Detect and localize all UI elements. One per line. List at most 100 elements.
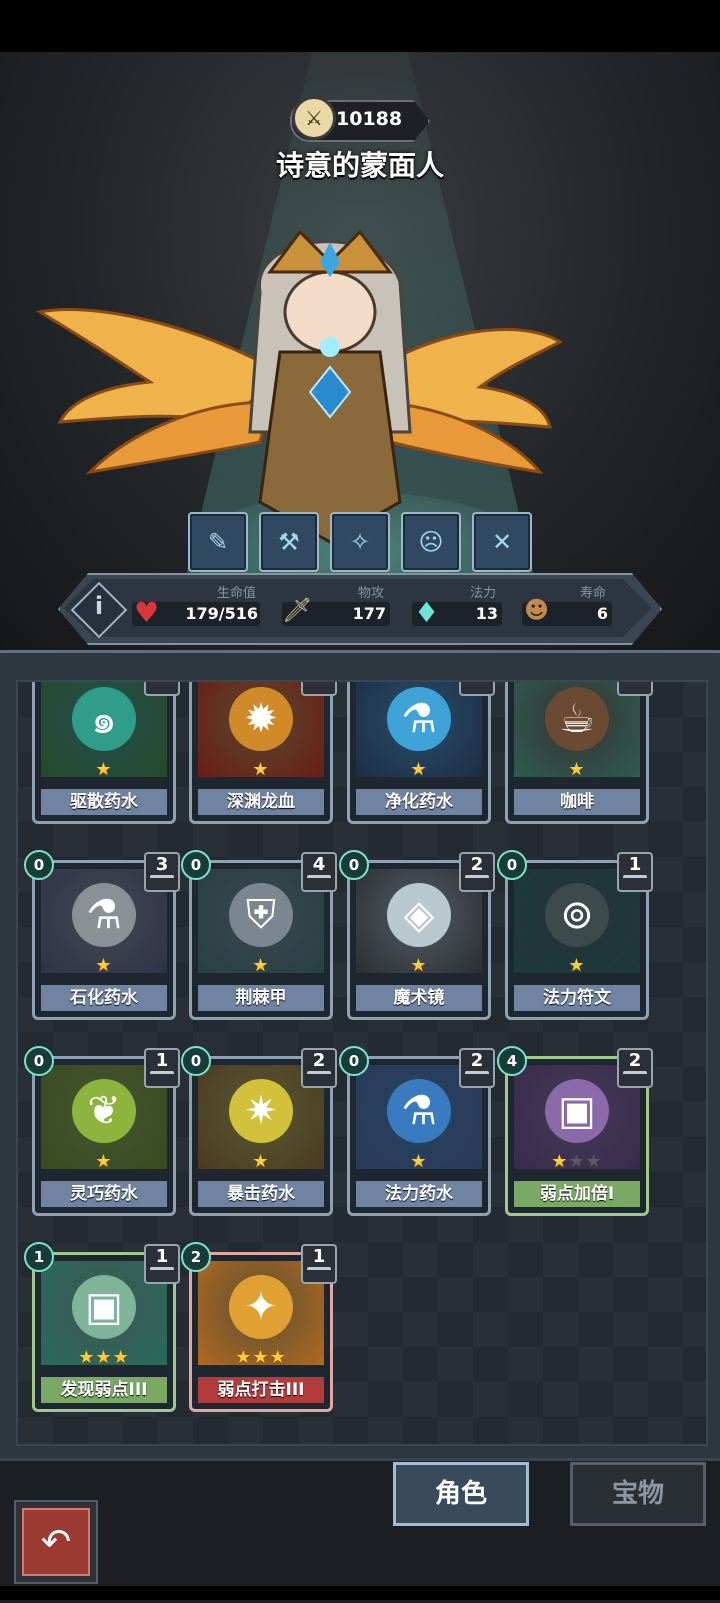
star-icon: ★: [95, 759, 113, 780]
mana-cost-badge: 0: [24, 850, 54, 880]
card-count: 4: [312, 854, 326, 875]
card[interactable]: ◈ ★ 魔术镜 2 0: [339, 850, 495, 1020]
tab-treasure[interactable]: 宝物: [570, 1462, 706, 1526]
star-icon: ★: [585, 1151, 603, 1172]
card[interactable]: ⚗ ★ 净化药水 1: [347, 682, 495, 824]
hp-value: 179/516: [185, 604, 258, 623]
stack-icon: [150, 682, 174, 692]
card-count-badge: 1: [459, 682, 495, 696]
star-icon: ★: [551, 1151, 569, 1172]
swirl-potion-icon: ๑: [72, 687, 136, 751]
attack-value: 177: [352, 604, 386, 623]
card-name: 法力符文: [514, 985, 640, 1011]
card-count-badge: 1: [144, 1048, 180, 1088]
star-rating: ★★★: [35, 1347, 173, 1368]
card-frame: ☕ ★ 咖啡: [505, 682, 649, 824]
card-count: 1: [312, 1246, 326, 1267]
dragon-blood-icon: ✹: [229, 687, 293, 751]
crossed-arrows-icon[interactable]: ✕: [472, 512, 532, 572]
star-icon: ★: [410, 759, 428, 780]
mana-cost-badge: 0: [339, 1046, 369, 1076]
card-count: 1: [155, 1246, 169, 1267]
life-stat: ☻ 寿命 6: [522, 582, 614, 630]
card-name: 石化药水: [41, 985, 167, 1011]
skewer-icon[interactable]: ✎: [188, 512, 248, 572]
mana-potion-icon: ⚗: [387, 1079, 451, 1143]
stack-icon: [623, 875, 647, 888]
star-rating: ★: [350, 1151, 488, 1172]
star-icon: ★: [252, 759, 270, 780]
star-icon: ★: [95, 1347, 113, 1368]
star-icon: ★: [568, 1151, 586, 1172]
card-name: 净化药水: [356, 789, 482, 815]
card[interactable]: ▣ ★★★ 发现弱点III 1 1: [24, 1242, 180, 1412]
card-name: 魔术镜: [356, 985, 482, 1011]
life-value: 6: [596, 604, 608, 623]
card[interactable]: ▣ ★★★ 弱点加倍I 2 4: [497, 1046, 653, 1216]
mana-cost-badge: 0: [181, 850, 211, 880]
demon-mask-icon[interactable]: ☹: [401, 512, 461, 572]
card[interactable]: ⛨ ★ 荆棘甲 4 0: [181, 850, 337, 1020]
mana-value: 13: [475, 604, 498, 623]
card-count: 2: [312, 1050, 326, 1071]
card-name: 荆棘甲: [198, 985, 324, 1011]
star-rating: ★: [350, 955, 488, 976]
card-count-badge: 3: [144, 852, 180, 892]
card[interactable]: ✷ ★ 暴击药水 2 0: [181, 1046, 337, 1216]
stack-icon: [465, 1071, 489, 1084]
heart-glow: [320, 337, 340, 357]
card[interactable]: ✹ ★ 深渊龙血 10: [189, 682, 337, 824]
wrench-icon[interactable]: ⚒: [259, 512, 319, 572]
stack-icon: [465, 682, 489, 692]
card[interactable]: ☕ ★ 咖啡 2: [505, 682, 653, 824]
card-count: 1: [155, 1050, 169, 1071]
card-frame: ⚗ ★ 净化药水: [347, 682, 491, 824]
left-wing: [35, 308, 283, 475]
star-icon: ★: [95, 1151, 113, 1172]
stack-icon: [307, 1071, 331, 1084]
card[interactable]: ⊚ ★ 法力符文 1 0: [497, 850, 653, 1020]
mana-cost-badge: 0: [24, 1046, 54, 1076]
star-rating: ★: [35, 955, 173, 976]
sword-icon: ⚔: [292, 96, 336, 140]
card[interactable]: ✦ ★★★ 弱点打击III 1 2: [181, 1242, 337, 1412]
card[interactable]: ๑ ★ 驱散药水 1: [32, 682, 180, 824]
magic-mirror-icon: ◈: [387, 883, 451, 947]
card-name: 咖啡: [514, 789, 640, 815]
card-name: 深渊龙血: [198, 789, 324, 815]
card[interactable]: ❦ ★ 灵巧药水 1 0: [24, 1046, 180, 1216]
card[interactable]: ⚗ ★ 石化药水 3 0: [24, 850, 180, 1020]
card-count-badge: 4: [301, 852, 337, 892]
mana-cost-badge: 0: [497, 850, 527, 880]
card-name: 弱点打击III: [198, 1377, 324, 1403]
card-grid[interactable]: ๑★驱散药水1✹★深渊龙血10⚗★净化药水1☕★咖啡2⚗★石化药水30⛨★荆棘甲…: [16, 680, 708, 1446]
hp-label: 生命值: [216, 586, 256, 601]
card-name: 法力药水: [356, 1181, 482, 1207]
stone-potion-icon: ⚗: [72, 883, 136, 947]
card-count-badge: 2: [301, 1048, 337, 1088]
coffee-cup-icon: ☕: [545, 687, 609, 751]
back-icon[interactable]: ↶: [22, 1508, 90, 1576]
tab-character[interactable]: 角色: [393, 1462, 529, 1526]
stack-icon: [623, 682, 647, 692]
card-name: 暴击药水: [198, 1181, 324, 1207]
magic-staff-icon[interactable]: ✧: [330, 512, 390, 572]
card-count-badge: 10: [301, 682, 337, 696]
star-icon: ★: [252, 1347, 270, 1368]
blue-potion-icon: ⚗: [387, 687, 451, 751]
weakness-double-icon: ▣: [545, 1079, 609, 1143]
card-count: 1: [628, 854, 642, 875]
winged-potion-icon: ❦: [72, 1079, 136, 1143]
mana-cost-badge: 1: [24, 1242, 54, 1272]
star-rating: ★★★: [508, 1151, 646, 1172]
star-icon: ★: [252, 955, 270, 976]
card-name: 驱散药水: [41, 789, 167, 815]
card-count-badge: 2: [617, 682, 653, 696]
info-icon[interactable]: i: [79, 592, 119, 620]
card[interactable]: ⚗ ★ 法力药水 2 0: [339, 1046, 495, 1216]
star-rating: ★★★: [192, 1347, 330, 1368]
mana-cost-badge: 0: [181, 1046, 211, 1076]
stack-icon: [307, 1267, 331, 1280]
nav-bar-area: [0, 1586, 720, 1600]
card-frame: ✹ ★ 深渊龙血: [189, 682, 333, 824]
